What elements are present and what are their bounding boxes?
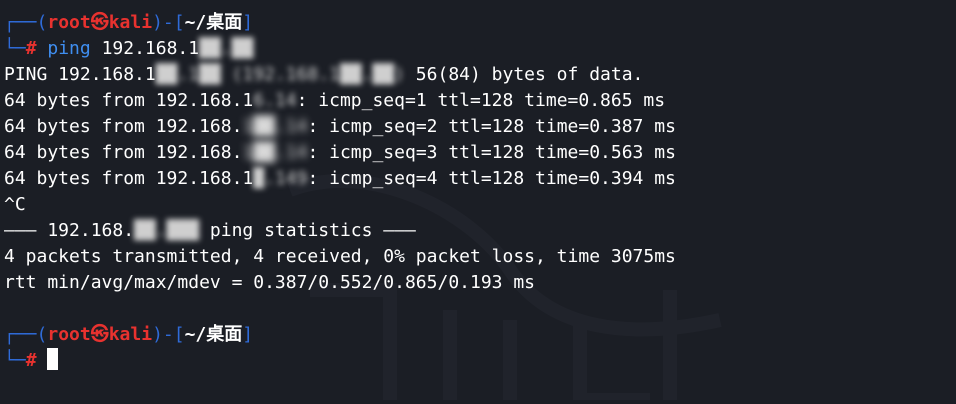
prompt-corner-top: ┌──(	[4, 12, 48, 33]
prompt-corner-top: ┌──(	[4, 324, 48, 345]
reply-prefix: 64 bytes from 192.168.	[4, 116, 243, 137]
prompt-line-input[interactable]: └─#	[4, 348, 956, 374]
stats-rtt-line: rtt min/avg/max/mdev = 0.387/0.552/0.865…	[4, 272, 536, 293]
command-name: ping	[47, 38, 91, 59]
ping-reply-line: 64 bytes from 192.168.1██.14: icmp_seq=2…	[4, 114, 956, 140]
kali-at-icon: ㉿	[90, 324, 109, 345]
ping-header-suffix: 56(84) bytes of data.	[404, 64, 644, 85]
redacted-ip-segment: ██.██	[199, 38, 254, 59]
reply-prefix: 64 bytes from 192.168.	[4, 142, 243, 163]
terminal-window[interactable]: ┌──(root㉿kali)-[~/桌面] └─# ping 192.168.1…	[0, 0, 956, 404]
prompt-user: root	[47, 12, 91, 33]
reply-suffix: : icmp_seq=1 ttl=128 time=0.865 ms	[296, 90, 666, 111]
stats-header: ——— 192.168.██.███ ping statistics ———	[4, 218, 956, 244]
prompt-line-command: └─# ping 192.168.1██.██	[4, 36, 956, 62]
ping-reply-line: 64 bytes from 192.168.1██.14: icmp_seq=3…	[4, 140, 956, 166]
interrupt-line: ^C	[4, 194, 26, 215]
stats-packets-line: 4 packets transmitted, 4 received, 0% pa…	[4, 246, 676, 267]
ping-reply-line: 64 bytes from 192.168.16.14: icmp_seq=1 …	[4, 88, 956, 114]
redacted-ip-segment: █.149	[253, 168, 308, 189]
root-prompt-hash: #	[25, 38, 37, 59]
stats-header-prefix: ——— 192.168.	[4, 220, 135, 241]
redacted-ip-segment: 1██.14	[242, 116, 308, 137]
text-cursor[interactable]	[46, 348, 58, 370]
prompt-separator: )-[	[152, 12, 185, 33]
prompt-corner-bottom: └─	[4, 350, 26, 371]
prompt-close-bracket: ]	[242, 12, 254, 33]
prompt-corner-bottom: └─	[4, 38, 26, 59]
redacted-ip-segment: 1██.14	[242, 142, 308, 163]
reply-prefix: 64 bytes from 192.168.1	[4, 168, 254, 189]
prompt-separator: )-[	[152, 324, 185, 345]
prompt-host: kali	[108, 12, 153, 33]
reply-suffix: : icmp_seq=2 ttl=128 time=0.387 ms	[307, 116, 676, 137]
reply-suffix: : icmp_seq=4 ttl=128 time=0.394 ms	[307, 168, 676, 189]
command-argument: 192.168.1	[101, 38, 200, 59]
prompt-host: kali	[108, 324, 153, 345]
prompt-close-bracket: ]	[242, 324, 254, 345]
redacted-ip-segment: ██.1██ (192.168.1██.██)	[155, 64, 405, 85]
stats-header-suffix: ping statistics ———	[199, 220, 416, 241]
ping-reply-line: 64 bytes from 192.168.1█.149: icmp_seq=4…	[4, 166, 956, 192]
prompt-user: root	[47, 324, 91, 345]
reply-suffix: : icmp_seq=3 ttl=128 time=0.563 ms	[307, 142, 676, 163]
prompt-path: ~/桌面	[184, 324, 243, 345]
redacted-ip-segment: ██.███	[134, 220, 200, 241]
root-prompt-hash: #	[25, 350, 37, 371]
kali-at-icon: ㉿	[90, 12, 109, 33]
ping-header-prefix: PING 192.168.1	[4, 64, 156, 85]
prompt-line-top: ┌──(root㉿kali)-[~/桌面]	[4, 322, 956, 348]
prompt-line-top: ┌──(root㉿kali)-[~/桌面]	[4, 10, 956, 36]
redacted-ip-segment: 6.14	[253, 90, 297, 111]
ping-header: PING 192.168.1██.1██ (192.168.1██.██) 56…	[4, 62, 956, 88]
prompt-path: ~/桌面	[184, 12, 243, 33]
reply-prefix: 64 bytes from 192.168.1	[4, 90, 254, 111]
